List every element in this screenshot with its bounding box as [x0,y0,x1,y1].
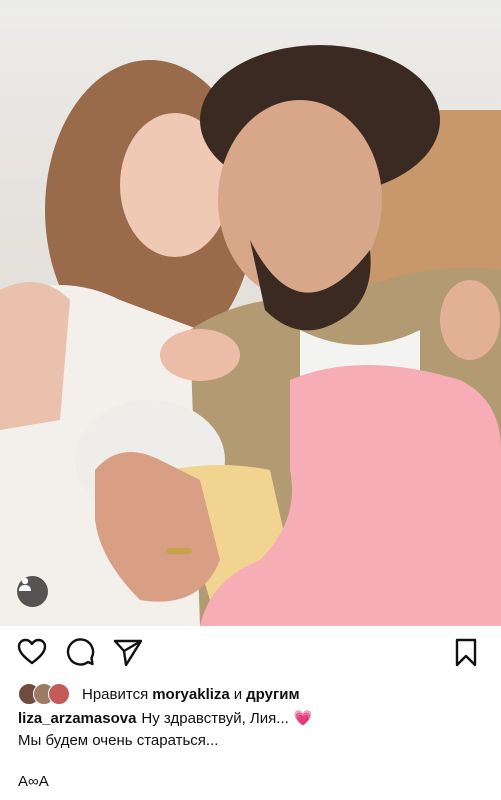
comment-button[interactable] [64,636,96,668]
woman-hand [160,329,240,381]
heart-icon [17,638,47,665]
share-button[interactable] [112,636,144,668]
send-icon [113,639,143,667]
post-actions [0,636,501,670]
post-caption: liza_arzamasova Ну здравствуй, Лия... 💗 Мы… [18,708,488,752]
save-button[interactable] [450,636,482,668]
photo-illustration [0,45,501,626]
likes-line[interactable]: Нравится moryakliza и другим [18,683,304,705]
liked-prefix: Нравится [82,685,149,703]
woman-hand-right [440,280,500,360]
comment-icon [66,638,95,666]
wedding-ring [166,548,192,554]
tagged-people-button[interactable] [17,576,48,607]
liked-others-link[interactable]: другим [246,686,299,703]
avatar [48,683,70,705]
person-icon [19,577,31,591]
caption-line-1: Ну здравствуй, Лия... [141,710,289,727]
liked-joiner: и [233,685,243,703]
liker-avatars [18,683,76,705]
footer-text: А∞А [18,773,49,790]
caption-line-2: Мы будем очень стараться... [18,732,219,749]
post-photo[interactable] [0,0,501,626]
author-username[interactable]: liza_arzamasova [18,710,136,727]
like-button[interactable] [16,636,48,668]
bookmark-icon [455,638,477,667]
woman-arm [0,282,70,430]
heart-emoji-icon: 💗 [293,710,313,727]
liked-user-link[interactable]: moryakliza [152,686,230,703]
